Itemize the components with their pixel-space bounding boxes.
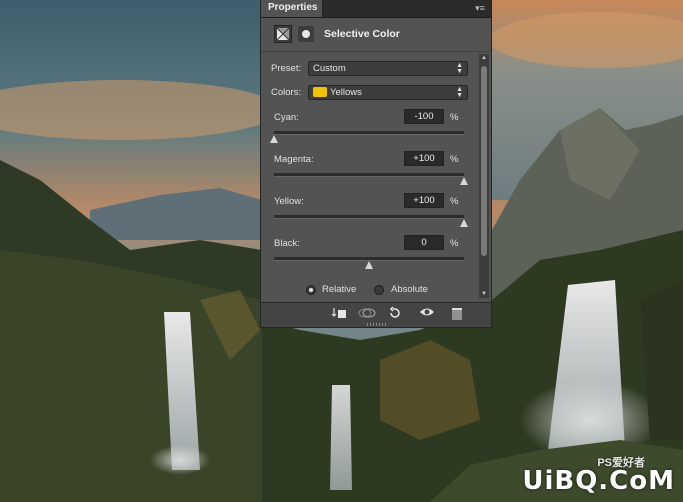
colors-label: Colors: bbox=[271, 87, 302, 98]
panel-body: Preset: Custom ▲ ▼ Colors: Yellows ▲ ▼ Cya… bbox=[261, 52, 491, 310]
adjustment-layer-icon[interactable] bbox=[274, 25, 292, 43]
scroll-down-icon[interactable]: ▼ bbox=[480, 291, 488, 297]
magenta-slider-thumb[interactable] bbox=[460, 177, 468, 185]
watermark-text: UiBQ.CoM bbox=[522, 466, 675, 496]
mask-icon[interactable] bbox=[297, 25, 315, 43]
yellow-slider-track[interactable] bbox=[274, 215, 464, 219]
select-arrows-icon: ▲ ▼ bbox=[456, 62, 463, 75]
preset-select[interactable]: Custom ▲ ▼ bbox=[308, 61, 468, 76]
color-swatch bbox=[313, 87, 327, 97]
properties-panel: Properties ▾≡ Selective Color Preset: Cu… bbox=[260, 0, 492, 328]
yellow-value-field[interactable]: +100 bbox=[404, 193, 444, 208]
yellow-slider-thumb[interactable] bbox=[460, 219, 468, 227]
relative-radio[interactable] bbox=[306, 285, 316, 295]
delete-trash-icon[interactable] bbox=[447, 306, 467, 322]
clip-to-layer-icon[interactable] bbox=[329, 306, 349, 322]
yellow-percent-unit: % bbox=[450, 196, 459, 207]
panel-resize-grip[interactable] bbox=[367, 323, 387, 326]
select-arrows-icon: ▲ ▼ bbox=[456, 86, 463, 99]
cyan-value-field[interactable]: -100 bbox=[404, 109, 444, 124]
view-previous-state-icon[interactable] bbox=[357, 306, 377, 322]
black-label: Black: bbox=[274, 238, 300, 249]
absolute-label: Absolute bbox=[391, 284, 428, 295]
magenta-slider-track[interactable] bbox=[274, 173, 464, 177]
tab-properties[interactable]: Properties bbox=[261, 0, 323, 17]
panel-bottom-toolbar bbox=[261, 302, 491, 327]
visibility-eye-icon[interactable] bbox=[417, 306, 437, 322]
magenta-label: Magenta: bbox=[274, 154, 314, 165]
cyan-percent-unit: % bbox=[450, 112, 459, 123]
preset-value: Custom bbox=[313, 63, 346, 74]
panel-title: Selective Color bbox=[324, 28, 400, 40]
yellow-label: Yellow: bbox=[274, 196, 304, 207]
magenta-percent-unit: % bbox=[450, 154, 459, 165]
colors-value: Yellows bbox=[330, 87, 362, 98]
black-percent-unit: % bbox=[450, 238, 459, 249]
reset-icon[interactable] bbox=[385, 306, 405, 322]
panel-tab-bar: Properties ▾≡ bbox=[261, 0, 491, 18]
absolute-radio[interactable] bbox=[374, 285, 384, 295]
panel-menu-icon[interactable]: ▾≡ bbox=[473, 2, 487, 14]
preset-label: Preset: bbox=[271, 63, 302, 74]
magenta-value-field[interactable]: +100 bbox=[404, 151, 444, 166]
black-slider-thumb[interactable] bbox=[365, 261, 373, 269]
panel-scrollbar[interactable]: ▲ ▼ bbox=[479, 54, 489, 298]
cyan-slider-track[interactable] bbox=[274, 131, 464, 135]
scrollbar-thumb[interactable] bbox=[481, 66, 487, 256]
scroll-up-icon[interactable]: ▲ bbox=[480, 55, 488, 61]
black-value-field[interactable]: 0 bbox=[404, 235, 444, 250]
cyan-label: Cyan: bbox=[274, 112, 299, 123]
relative-label: Relative bbox=[322, 284, 357, 295]
colors-select[interactable]: Yellows ▲ ▼ bbox=[308, 85, 468, 100]
panel-header: Selective Color bbox=[261, 18, 491, 52]
cyan-slider-thumb[interactable] bbox=[270, 135, 278, 143]
